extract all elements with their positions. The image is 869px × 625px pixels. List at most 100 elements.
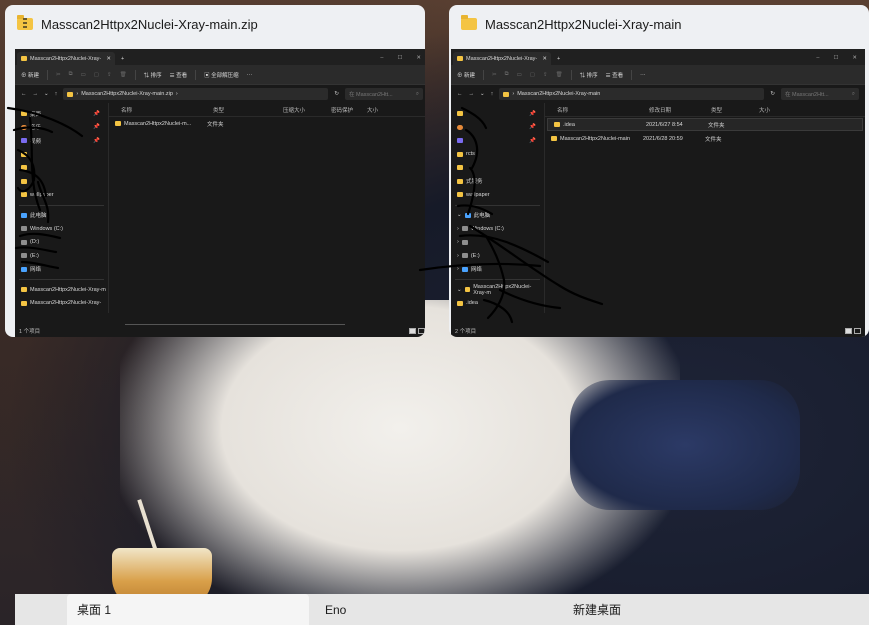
copy-icon[interactable]: ⧉ <box>505 71 509 78</box>
window-preview-folder[interactable]: Masscan2Httpx2Nuclei-Xray-main Masscan2H… <box>449 5 869 337</box>
sort-button[interactable]: ⇅ 排序 <box>580 71 598 79</box>
view-button[interactable]: ☰ 查看 <box>606 71 623 79</box>
nav-item[interactable]: 📌 <box>451 107 544 121</box>
nav-drive[interactable]: (D:) <box>15 236 108 250</box>
nav-item[interactable]: 📌 <box>451 134 544 148</box>
file-row[interactable]: Masscan2Httpx2Nuclei-m... 文件夹 <box>109 117 425 130</box>
rename-icon[interactable]: ▢ <box>94 72 99 78</box>
chevron-down-icon[interactable]: ⌄ <box>44 91 49 97</box>
desktop-eno[interactable]: Eno <box>315 594 563 625</box>
column-size[interactable]: 大小 <box>367 106 397 114</box>
tab-current[interactable]: Masscan2Httpx2Nuclei-Xray- ✕ <box>17 52 115 65</box>
cut-icon[interactable]: ✂ <box>56 72 61 78</box>
tab-current[interactable]: Masscan2Httpx2Nuclei-Xray- ✕ <box>453 52 551 65</box>
path-input[interactable]: › Masscan2Httpx2Nuclei-Xray-main <box>499 88 765 100</box>
nav-item[interactable]: 音乐 📌 <box>15 121 108 135</box>
nav-this-pc[interactable]: ⌄ 此电脑 <box>451 209 544 223</box>
nav-drive[interactable]: › Windows (C:) <box>451 222 544 236</box>
close-icon[interactable]: ✕ <box>106 56 111 62</box>
nav-drive[interactable]: (E:) <box>15 249 108 263</box>
close-icon[interactable]: ✕ <box>542 56 547 62</box>
window-preview-zip[interactable]: Masscan2Httpx2Nuclei-Xray-main.zip Massc… <box>5 5 425 337</box>
nav-item[interactable]: ⌄ Masscan2Httpx2Nuclei-Xray-m <box>451 283 544 297</box>
cut-icon[interactable]: ✂ <box>492 72 497 78</box>
new-button[interactable]: ⊕ 新建 <box>21 71 39 79</box>
column-password[interactable]: 密码保护 <box>331 106 367 114</box>
close-window-icon[interactable]: ✕ <box>416 55 421 61</box>
tiles-view-icon[interactable] <box>418 328 425 334</box>
paste-icon[interactable]: ▭ <box>81 72 86 78</box>
delete-icon[interactable]: 🗑 <box>120 72 127 78</box>
nav-item[interactable]: rcts <box>451 148 544 162</box>
nav-drive[interactable]: › <box>451 236 544 250</box>
new-button[interactable]: ⊕ 新建 <box>457 71 475 79</box>
search-input[interactable]: 在 Masscan2Htt... ⌕ <box>781 88 859 100</box>
close-window-icon[interactable]: ✕ <box>852 55 857 61</box>
refresh-icon[interactable]: ↻ <box>334 91 339 97</box>
nav-item[interactable]: 桌面 📌 <box>15 107 108 121</box>
more-button[interactable]: ··· <box>640 72 646 78</box>
copy-icon[interactable]: ⧉ <box>69 71 73 78</box>
column-type[interactable]: 类型 <box>213 106 283 114</box>
search-input[interactable]: 在 Masscan2Htt... ⌕ <box>345 88 423 100</box>
nav-item[interactable]: Masscan2Httpx2Nuclei-Xray- <box>15 297 108 311</box>
file-explorer-thumbnail: Masscan2Httpx2Nuclei-Xray- ✕ + – ☐ ✕ ⊕ 新… <box>451 49 865 337</box>
details-view-icon[interactable] <box>409 328 416 334</box>
pin-icon: 📌 <box>93 137 100 144</box>
nav-network[interactable]: 网络 <box>15 263 108 277</box>
up-icon[interactable]: ↑ <box>491 91 494 97</box>
nav-drive[interactable]: › (E:) <box>451 249 544 263</box>
tiles-view-icon[interactable] <box>854 328 861 334</box>
add-tab-icon[interactable]: + <box>557 56 560 62</box>
view-button[interactable]: ☰ 查看 <box>170 71 187 79</box>
nav-item[interactable]: 视频 📌 <box>15 134 108 148</box>
forward-icon[interactable]: → <box>33 91 39 97</box>
more-button[interactable]: ··· <box>247 72 253 78</box>
column-type[interactable]: 类型 <box>711 106 759 114</box>
paste-icon[interactable]: ▭ <box>517 72 522 78</box>
nav-this-pc[interactable]: 此电脑 <box>15 209 108 223</box>
sort-button[interactable]: ⇅ 排序 <box>144 71 162 79</box>
path-input[interactable]: › Masscan2Httpx2Nuclei-Xray-main.zip › <box>63 88 329 100</box>
nav-item[interactable] <box>15 148 108 162</box>
minimize-icon[interactable]: – <box>380 55 383 61</box>
desktop-1[interactable]: 桌面 1 <box>67 594 309 625</box>
address-bar: ← → ⌄ ↑ › Masscan2Httpx2Nuclei-Xray-main… <box>451 85 865 103</box>
maximize-icon[interactable]: ☐ <box>397 55 402 61</box>
share-icon[interactable]: ⇪ <box>543 72 548 78</box>
nav-item[interactable]: 式服务 <box>451 175 544 189</box>
back-icon[interactable]: ← <box>21 91 27 97</box>
nav-drive[interactable]: Windows (C:) <box>15 222 108 236</box>
nav-item[interactable] <box>15 161 108 175</box>
new-desktop-button[interactable]: 新建桌面 <box>563 594 763 625</box>
file-row[interactable]: Masscan2Httpx2Nuclei-main 2021/6/28 20:5… <box>545 132 865 145</box>
forward-icon[interactable]: → <box>469 91 475 97</box>
up-icon[interactable]: ↑ <box>55 91 58 97</box>
back-icon[interactable]: ← <box>457 91 463 97</box>
nav-item[interactable]: wallpaper <box>451 188 544 202</box>
column-name[interactable]: 名称 <box>121 106 213 114</box>
column-name[interactable]: 名称 <box>557 106 649 114</box>
nav-item[interactable] <box>451 161 544 175</box>
details-view-icon[interactable] <box>845 328 852 334</box>
column-size[interactable]: 大小 <box>759 106 795 114</box>
delete-icon[interactable]: 🗑 <box>556 72 563 78</box>
add-tab-icon[interactable]: + <box>121 56 124 62</box>
share-icon[interactable]: ⇪ <box>107 72 112 78</box>
maximize-icon[interactable]: ☐ <box>833 55 838 61</box>
nav-item[interactable]: wallpaper <box>15 188 108 202</box>
folder-icon <box>67 91 74 97</box>
nav-item[interactable] <box>15 175 108 189</box>
extract-all-button[interactable]: ▣ 全部解压缩 <box>204 71 239 79</box>
column-compressed[interactable]: 压缩大小 <box>283 106 331 114</box>
file-row[interactable]: .idea 2021/6/27 8:54 文件夹 <box>547 118 863 131</box>
rename-icon[interactable]: ▢ <box>530 72 535 78</box>
nav-item[interactable]: .idea <box>451 297 544 311</box>
refresh-icon[interactable]: ↻ <box>770 91 775 97</box>
nav-item[interactable]: 📌 <box>451 121 544 135</box>
nav-item[interactable]: Masscan2Httpx2Nuclei-Xray-m <box>15 283 108 297</box>
column-date[interactable]: 修改日期 <box>649 106 711 114</box>
chevron-down-icon[interactable]: ⌄ <box>480 91 485 97</box>
minimize-icon[interactable]: – <box>816 55 819 61</box>
nav-network[interactable]: › 网络 <box>451 263 544 277</box>
